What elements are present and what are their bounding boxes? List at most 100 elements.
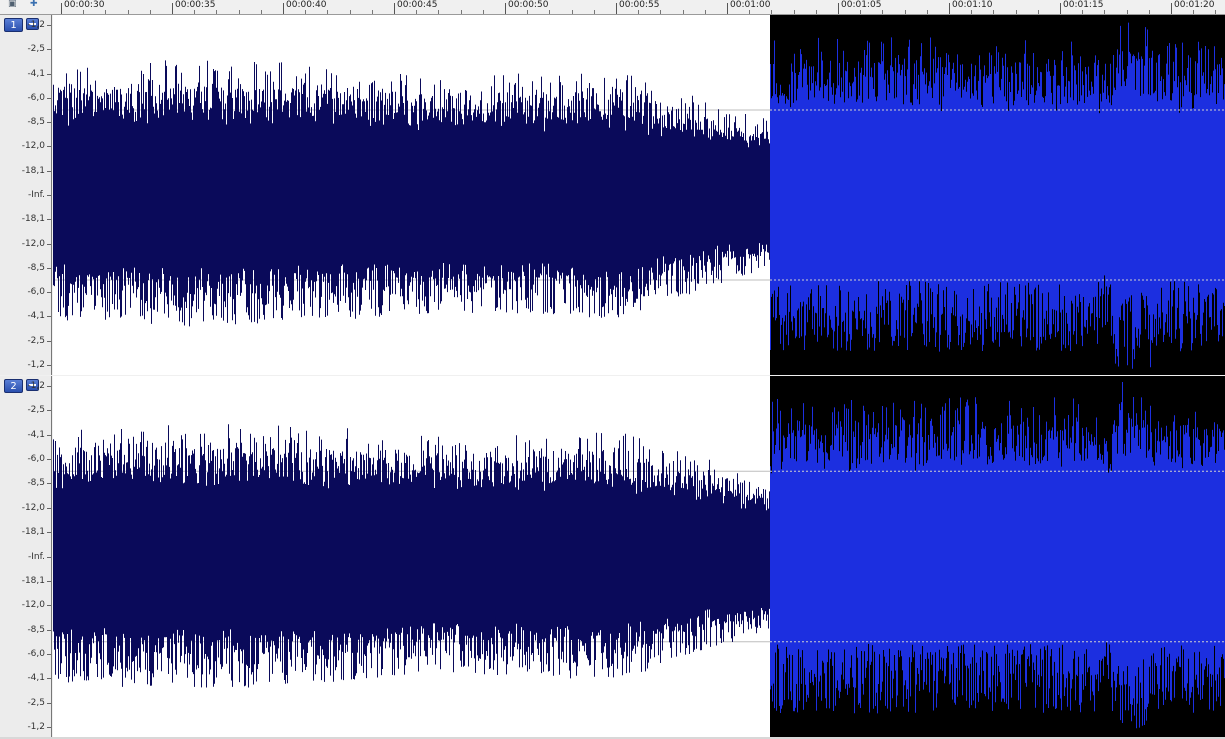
ruler-major-tick bbox=[1060, 3, 1061, 14]
db-scale-tick bbox=[47, 678, 51, 679]
channel-1-waveform[interactable] bbox=[53, 15, 1225, 375]
db-scale-tick bbox=[47, 25, 51, 26]
db-scale-tick bbox=[47, 508, 51, 509]
ruler-minor-tick bbox=[816, 10, 817, 14]
db-scale-tick bbox=[47, 292, 51, 293]
db-scale-tick bbox=[47, 219, 51, 220]
db-scale-label: -8,5 bbox=[27, 478, 45, 489]
ruler-minor-tick bbox=[572, 10, 573, 14]
ruler-minor-tick bbox=[882, 10, 883, 14]
db-scale-tick bbox=[47, 435, 51, 436]
ruler-major-tick bbox=[1171, 3, 1172, 14]
db-scale-label: -2,5 bbox=[27, 405, 45, 416]
ruler-minor-tick bbox=[749, 10, 750, 14]
ruler-minor-tick bbox=[683, 10, 684, 14]
ruler-minor-tick bbox=[438, 10, 439, 14]
ruler-minor-tick bbox=[1215, 10, 1216, 14]
db-scale-label: -1,2 bbox=[27, 722, 45, 732]
ruler-minor-tick bbox=[305, 10, 306, 14]
db-scale-label: -12,0 bbox=[21, 141, 45, 152]
db-scale-tick bbox=[47, 122, 51, 123]
db-scale-label: -Inf. bbox=[28, 190, 45, 200]
ruler-minor-tick bbox=[372, 10, 373, 14]
db-scale-tick bbox=[47, 171, 51, 172]
db-scale-tick bbox=[47, 365, 51, 366]
db-scale-tick bbox=[47, 557, 51, 558]
db-scale-tick bbox=[47, 98, 51, 99]
ruler-minor-tick bbox=[905, 10, 906, 14]
ruler-minor-tick bbox=[327, 10, 328, 14]
ruler-minor-tick bbox=[660, 10, 661, 14]
ruler-minor-tick bbox=[483, 10, 484, 14]
ruler-minor-tick bbox=[993, 10, 994, 14]
channel-2[interactable]: 2 -1,2 -2,5 -4,1 -6,0 -8,5 -12,0 -18,1 -Inf. -18… bbox=[0, 376, 1225, 737]
channel-2-gutter: 2 -1,2 -2,5 -4,1 -6,0 -8,5 -12,0 -18,1 -Inf. -18… bbox=[0, 376, 52, 737]
time-label: 00:00:30 bbox=[64, 0, 105, 10]
db-scale-tick bbox=[47, 195, 51, 196]
db-scale-tick bbox=[47, 630, 51, 631]
ruler-minor-tick bbox=[927, 10, 928, 14]
ruler-major-tick bbox=[283, 3, 284, 14]
db-scale-label: -8,5 bbox=[27, 117, 45, 128]
db-scale-label: -2,5 bbox=[27, 697, 45, 708]
ruler-minor-tick bbox=[261, 10, 262, 14]
ruler-minor-tick bbox=[150, 10, 151, 14]
time-label: 00:01:15 bbox=[1063, 0, 1104, 10]
time-label: 00:00:45 bbox=[397, 0, 438, 10]
channel-1-gutter: 1 -1,2 -2,5 -4,1 -6,0 -8,5 -12,0 -18,1 -Inf. -18… bbox=[0, 15, 52, 375]
channel-1-badge[interactable]: 1 bbox=[4, 18, 23, 32]
ruler-major-tick bbox=[616, 3, 617, 14]
ruler-minor-tick bbox=[794, 10, 795, 14]
channel-1[interactable]: 1 -1,2 -2,5 -4,1 -6,0 -8,5 -12,0 -18,1 -Inf. -18… bbox=[0, 15, 1225, 375]
time-label: 00:00:35 bbox=[175, 0, 216, 10]
time-label: 00:00:55 bbox=[619, 0, 660, 10]
ruler-minor-tick bbox=[1038, 10, 1039, 14]
cursor-tool-icon[interactable]: ✚ bbox=[30, 0, 38, 9]
db-scale-tick bbox=[47, 703, 51, 704]
ruler-minor-tick bbox=[105, 10, 106, 14]
time-label: 00:00:40 bbox=[286, 0, 327, 10]
db-scale-tick bbox=[47, 316, 51, 317]
db-scale-label: -12,0 bbox=[21, 600, 45, 611]
ruler-minor-tick bbox=[1193, 10, 1194, 14]
db-scale-label: -2,5 bbox=[27, 335, 45, 346]
db-scale-label: -Inf. bbox=[28, 551, 45, 562]
ruler-minor-tick bbox=[239, 10, 240, 14]
db-scale-tick bbox=[47, 581, 51, 582]
db-scale-label: -18,1 bbox=[21, 527, 45, 538]
ruler-major-tick bbox=[727, 3, 728, 14]
db-scale-label: -4,1 bbox=[27, 68, 45, 79]
db-scale-label: -6,0 bbox=[27, 92, 45, 103]
ruler-major-tick bbox=[172, 3, 173, 14]
db-scale-label: -1,2 bbox=[27, 381, 45, 391]
timeline-ruler[interactable]: ▣ ✚ 00:00:30 00:00:35 00:00:40 00:00:45 … bbox=[0, 0, 1225, 15]
ruler-minor-tick bbox=[860, 10, 861, 14]
ruler-major-tick bbox=[61, 3, 62, 14]
lock-icon[interactable]: ▣ bbox=[8, 0, 17, 9]
ruler-major-tick bbox=[394, 3, 395, 14]
ruler-minor-tick bbox=[128, 10, 129, 14]
db-scale-label: -18,1 bbox=[21, 575, 45, 586]
channel-2-waveform[interactable] bbox=[53, 376, 1225, 737]
ruler-tools: ▣ ✚ bbox=[0, 0, 52, 14]
db-scale-label: -18,1 bbox=[21, 165, 45, 176]
ruler-minor-tick bbox=[416, 10, 417, 14]
channel-2-badge[interactable]: 2 bbox=[4, 379, 23, 393]
ruler-minor-tick bbox=[527, 10, 528, 14]
ruler-minor-tick bbox=[216, 10, 217, 14]
db-scale-tick bbox=[47, 532, 51, 533]
db-scale-label: -1,2 bbox=[27, 20, 45, 30]
time-label: 00:01:00 bbox=[730, 0, 771, 10]
db-scale-label: -12,0 bbox=[21, 502, 45, 513]
ruler-minor-tick bbox=[194, 10, 195, 14]
db-scale-label: -4,1 bbox=[27, 311, 45, 322]
ruler-minor-tick bbox=[1104, 10, 1105, 14]
db-scale-label: -6,0 bbox=[27, 287, 45, 298]
db-scale-label: -2,5 bbox=[27, 44, 45, 55]
db-scale-tick bbox=[47, 459, 51, 460]
ruler-minor-tick bbox=[594, 10, 595, 14]
db-scale-tick bbox=[47, 654, 51, 655]
ruler-major-tick bbox=[505, 3, 506, 14]
db-scale-label: -6,0 bbox=[27, 648, 45, 659]
db-scale-tick bbox=[47, 74, 51, 75]
